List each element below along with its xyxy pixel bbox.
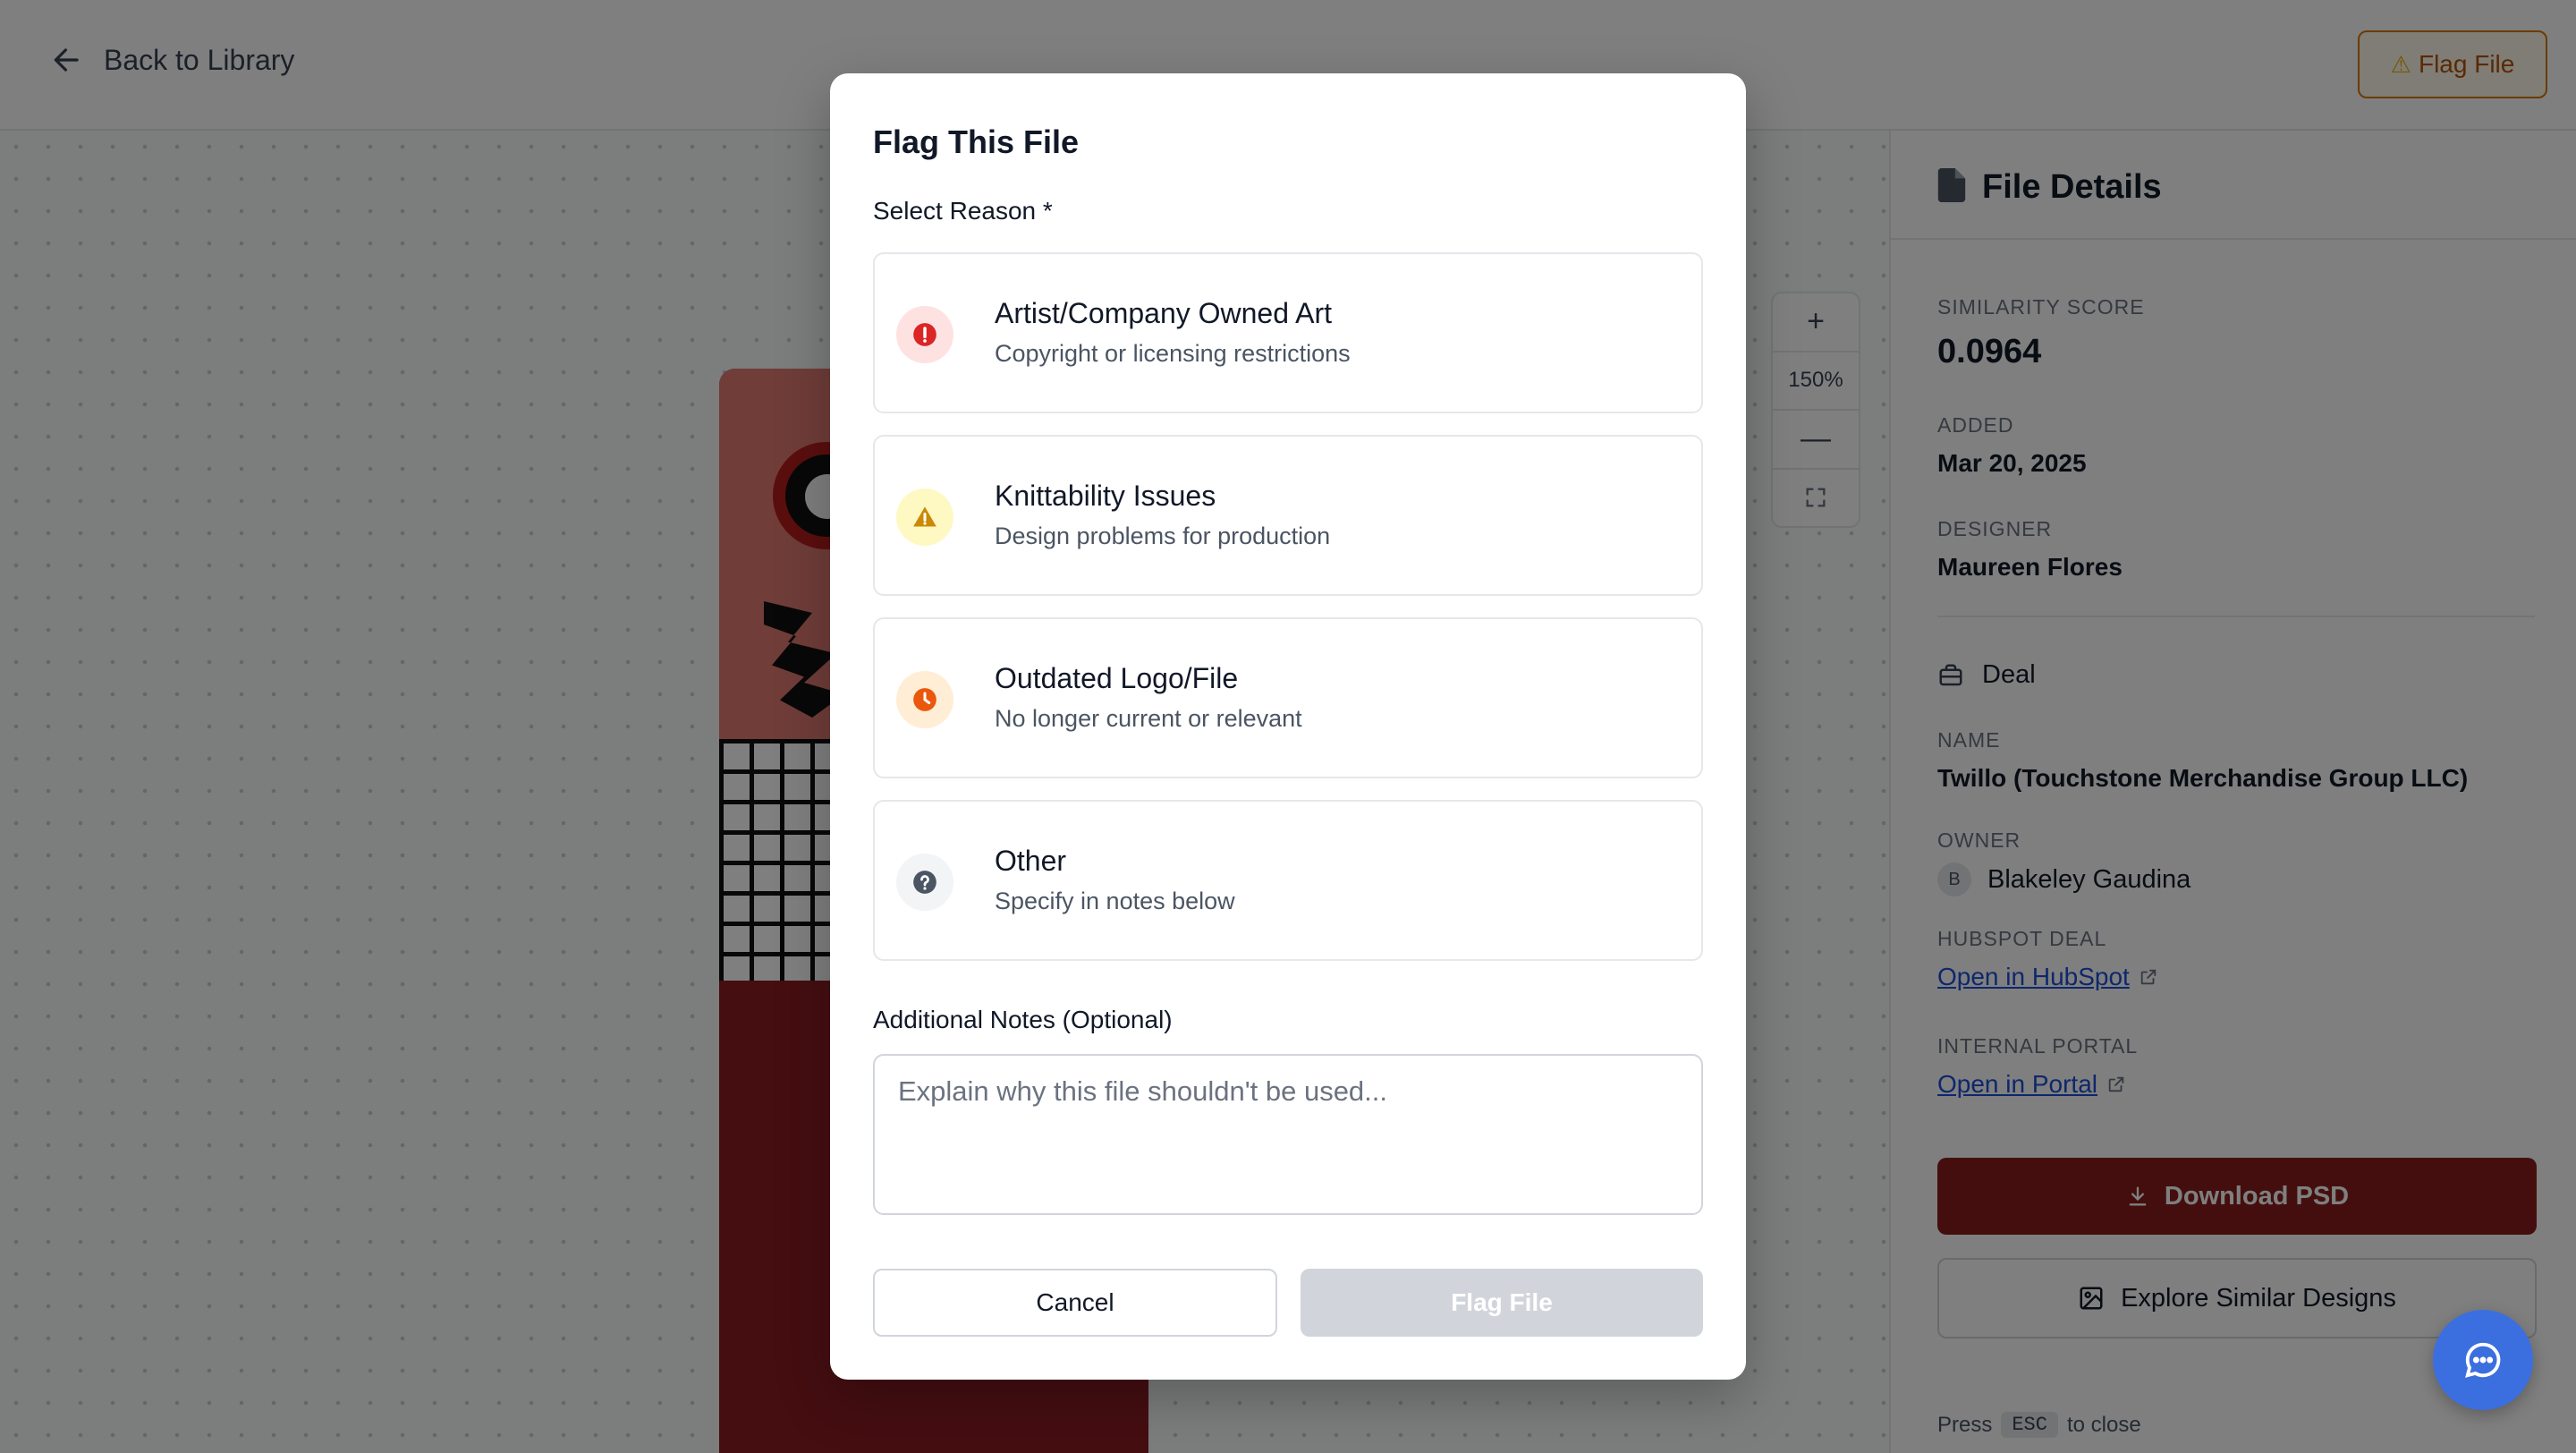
reason-description: No longer current or relevant <box>995 705 1302 732</box>
alert-circle-icon <box>913 323 936 346</box>
chat-button[interactable] <box>2433 1310 2533 1410</box>
reason-option-knittability[interactable]: Knittability Issues Design problems for … <box>873 435 1703 596</box>
warning-triangle-icon <box>913 506 936 527</box>
cancel-button[interactable]: Cancel <box>873 1269 1277 1337</box>
dialog-title: Flag This File <box>873 123 1080 160</box>
chat-bubble-icon <box>2465 1342 2501 1378</box>
additional-notes-input[interactable] <box>873 1054 1703 1215</box>
question-circle-icon <box>913 871 936 894</box>
reason-icon-wrap <box>896 306 953 363</box>
flag-file-submit-button[interactable]: Flag File <box>1301 1269 1703 1337</box>
reason-description: Specify in notes below <box>995 888 1235 914</box>
reason-icon-wrap <box>896 671 953 728</box>
reason-icon-wrap <box>896 489 953 546</box>
reason-icon-wrap <box>896 854 953 911</box>
reason-title: Outdated Logo/File <box>995 662 1239 694</box>
reason-title: Knittability Issues <box>995 480 1216 512</box>
reason-description: Design problems for production <box>995 523 1331 549</box>
reason-option-outdated[interactable]: Outdated Logo/File No longer current or … <box>873 617 1703 778</box>
reason-title: Artist/Company Owned Art <box>995 297 1333 329</box>
clock-icon <box>913 688 936 711</box>
select-reason-label: Select Reason * <box>873 197 1053 225</box>
flag-file-dialog: Flag This File Select Reason * Artist/Co… <box>830 73 1746 1380</box>
reason-description: Copyright or licensing restrictions <box>995 340 1351 367</box>
additional-notes-label: Additional Notes (Optional) <box>873 1006 1173 1033</box>
reason-option-other[interactable]: Other Specify in notes below <box>873 800 1703 961</box>
reason-title: Other <box>995 845 1067 877</box>
reason-option-owned-art[interactable]: Artist/Company Owned Art Copyright or li… <box>873 252 1703 413</box>
